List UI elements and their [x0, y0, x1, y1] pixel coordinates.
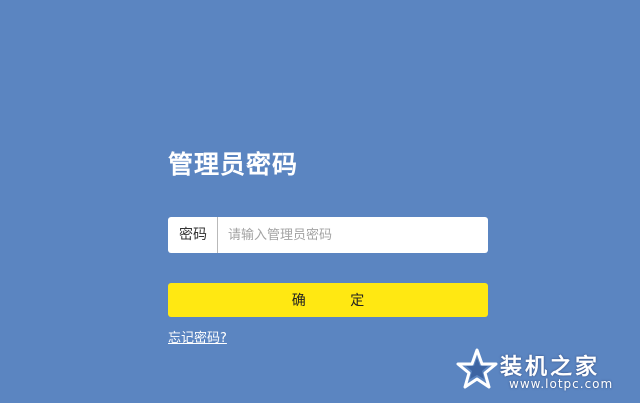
forgot-password-link[interactable]: 忘记密码?	[168, 327, 227, 346]
field-divider	[217, 217, 218, 253]
password-label: 密码	[179, 227, 207, 243]
password-input[interactable]	[219, 217, 483, 253]
login-panel: 管理员密码 密码 确 定 忘记密码?	[168, 146, 488, 346]
password-field[interactable]: 密码	[168, 217, 488, 253]
watermark-logo: 装机之家 www.lotpc.com	[456, 346, 634, 398]
star-icon	[456, 348, 498, 389]
watermark-url: www.lotpc.com	[509, 377, 614, 391]
page-title: 管理员密码	[168, 150, 299, 179]
confirm-button[interactable]: 确 定	[168, 283, 488, 317]
